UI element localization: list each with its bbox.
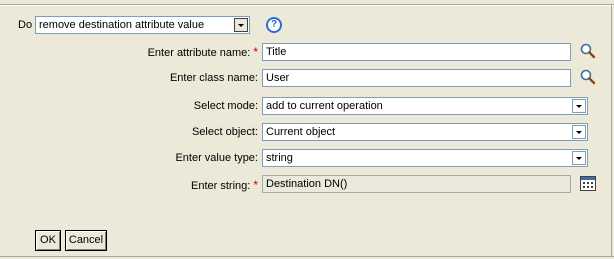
attribute-name-label: Enter attribute name: * <box>147 45 258 59</box>
chevron-down-icon[interactable] <box>572 151 586 165</box>
class-name-input[interactable]: User <box>262 69 571 87</box>
cancel-button[interactable]: Cancel <box>65 230 107 251</box>
action-select[interactable]: remove destination attribute value <box>35 16 250 34</box>
required-marker: * <box>253 45 258 59</box>
top-divider-highlight <box>0 5 614 6</box>
mode-label: Select mode: <box>193 100 258 112</box>
value-type-select[interactable]: string <box>262 149 588 167</box>
question-mark-help-icon[interactable]: ? <box>266 17 282 33</box>
class-name-label: Enter class name: <box>169 72 258 84</box>
string-input[interactable]: Destination DN() <box>262 175 571 193</box>
do-label: Do <box>18 19 33 31</box>
chevron-down-icon[interactable] <box>234 18 248 32</box>
string-label: Enter string: * <box>191 178 258 192</box>
value-type-label: Enter value type: <box>175 152 258 164</box>
action-select-value: remove destination attribute value <box>39 19 205 31</box>
mode-select[interactable]: add to current operation <box>262 97 588 115</box>
attribute-name-input[interactable]: Title <box>262 43 571 61</box>
object-label: Select object: <box>191 126 258 138</box>
ok-button[interactable]: OK <box>35 230 61 251</box>
required-marker: * <box>253 178 258 192</box>
magnifier-icon[interactable] <box>580 43 596 60</box>
right-divider <box>611 5 612 256</box>
chevron-down-icon[interactable] <box>572 125 586 139</box>
magnifier-icon[interactable] <box>580 69 596 86</box>
bottom-divider <box>0 256 614 257</box>
chevron-down-icon[interactable] <box>572 99 586 113</box>
argument-builder-icon[interactable] <box>580 176 596 191</box>
object-select[interactable]: Current object <box>262 123 588 141</box>
